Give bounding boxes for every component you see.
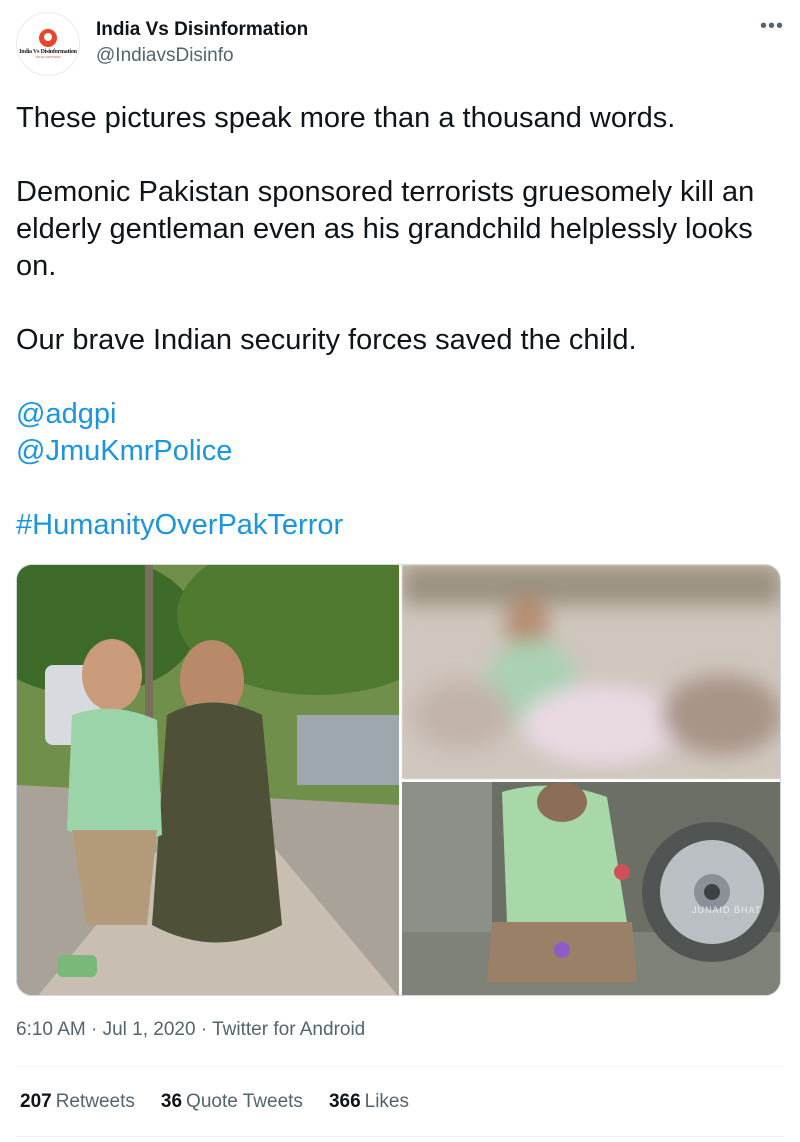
retweets-stat[interactable]: 207 Retweets xyxy=(20,1090,135,1114)
divider xyxy=(16,1136,784,1137)
retweets-count: 207 xyxy=(20,1091,52,1112)
tweet-paragraph-1: These pictures speak more than a thousan… xyxy=(16,102,676,134)
tweet-header: India Vs Disinformation TRUTH MATTERS In… xyxy=(16,12,784,76)
tweet-paragraph-2: Demonic Pakistan sponsored terrorists gr… xyxy=(16,176,755,282)
soldier-holding-child-image xyxy=(17,565,399,995)
avatar-logo-sub: TRUTH MATTERS xyxy=(35,55,61,59)
tweet-stats: 207 Retweets 36 Quote Tweets 366 Likes xyxy=(20,1090,409,1114)
media-image-3[interactable]: JUNAID BHAT xyxy=(402,782,780,995)
mention-link-jmukmrpolice[interactable]: @JmuKmrPolice xyxy=(16,433,786,470)
meta-separator: · xyxy=(91,1019,98,1040)
tweet-paragraph-3: Our brave Indian security forces saved t… xyxy=(16,324,637,356)
quote-tweets-count: 36 xyxy=(160,1091,183,1112)
blurred-image xyxy=(402,565,780,779)
child-in-vehicle-image: JUNAID BHAT xyxy=(402,782,780,995)
media-image-2[interactable] xyxy=(402,565,780,779)
likes-stat[interactable]: 366 Likes xyxy=(329,1090,409,1114)
likes-label: Likes xyxy=(364,1091,409,1112)
media-grid: JUNAID BHAT xyxy=(16,564,781,996)
divider xyxy=(16,1066,784,1067)
likes-count: 366 xyxy=(328,1091,361,1112)
display-name[interactable]: India Vs Disinformation xyxy=(96,18,308,42)
mention-link-adgpi[interactable]: @adgpi xyxy=(16,396,786,433)
tweet-time[interactable]: 6:10 AM xyxy=(16,1019,86,1040)
retweets-label: Retweets xyxy=(55,1091,135,1112)
tweet-source[interactable]: Twitter for Android xyxy=(212,1019,365,1040)
tweet-timestamp: 6:10 AM · Jul 1, 2020 · Twitter for Andr… xyxy=(16,1018,365,1042)
quote-tweets-label: Quote Tweets xyxy=(186,1091,303,1112)
author-names: India Vs Disinformation @IndiavsDisinfo xyxy=(96,18,308,68)
tweet-date[interactable]: Jul 1, 2020 xyxy=(103,1019,196,1040)
hashtag-link[interactable]: #HumanityOverPakTerror xyxy=(16,507,786,544)
tweet-text: These pictures speak more than a thousan… xyxy=(16,100,786,544)
more-horizontal-icon[interactable]: ••• xyxy=(760,16,784,36)
logo-icon xyxy=(39,29,57,47)
avatar[interactable]: India Vs Disinformation TRUTH MATTERS xyxy=(16,12,80,76)
media-image-1[interactable] xyxy=(17,565,399,995)
quote-tweets-stat[interactable]: 36 Quote Tweets xyxy=(161,1090,303,1114)
meta-separator: · xyxy=(200,1019,208,1040)
image-watermark: JUNAID BHAT xyxy=(692,905,761,915)
handle[interactable]: @IndiavsDisinfo xyxy=(96,44,308,68)
